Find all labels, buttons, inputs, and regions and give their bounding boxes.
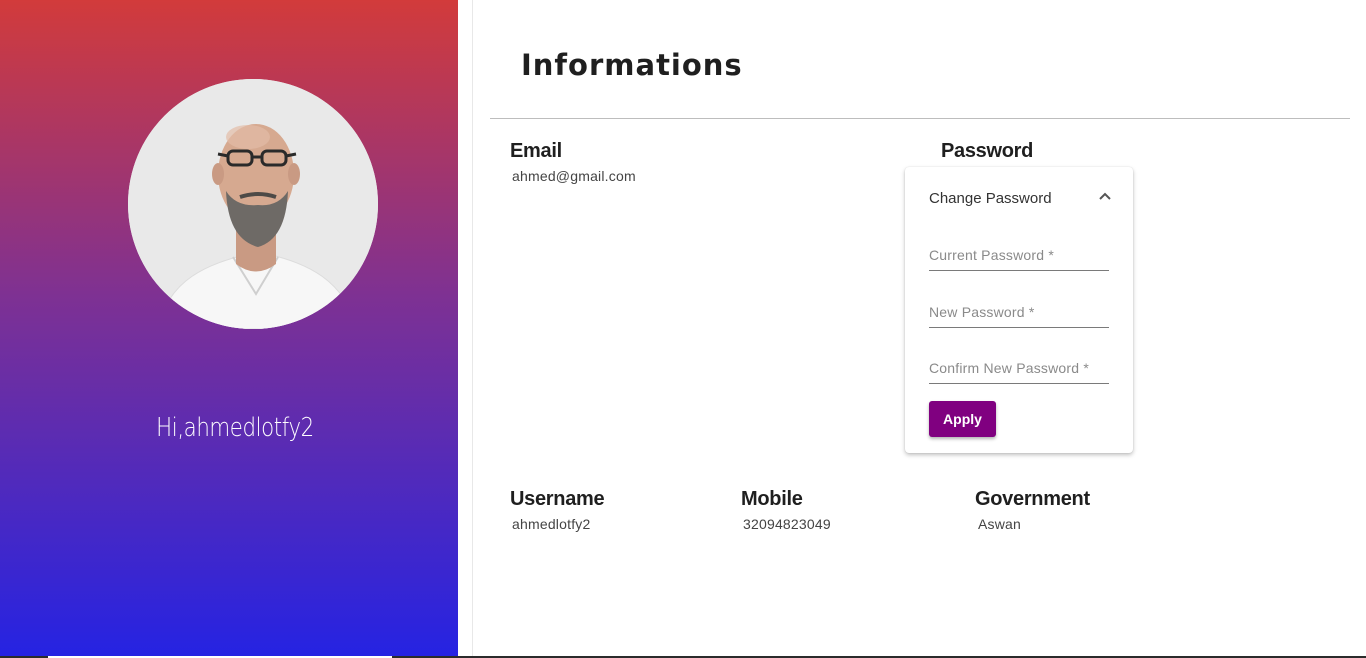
avatar	[128, 79, 378, 329]
confirm-password-input[interactable]	[929, 357, 1109, 379]
government-value: Aswan	[978, 516, 1022, 532]
page: Hi,ahmedlotfy2 Informations Email ahmed@…	[0, 0, 1366, 658]
greeting-text: Hi,ahmedlotfy2	[156, 413, 314, 443]
mobile-value: 32094823049	[743, 516, 831, 532]
new-password-field	[929, 301, 1109, 328]
current-password-field	[929, 244, 1109, 271]
email-value: ahmed@gmail.com	[512, 168, 636, 184]
chevron-up-icon[interactable]	[1098, 191, 1112, 201]
confirm-password-field	[929, 357, 1109, 384]
profile-panel: Hi,ahmedlotfy2	[0, 0, 458, 658]
panel-divider	[472, 0, 473, 658]
new-password-input[interactable]	[929, 301, 1109, 323]
change-password-panel: Change Password Apply	[905, 167, 1133, 453]
mobile-label: Mobile	[741, 488, 803, 510]
password-label: Password	[941, 140, 1034, 162]
username-label: Username	[510, 488, 605, 510]
change-password-header-label: Change Password	[929, 190, 1052, 207]
apply-button[interactable]: Apply	[929, 401, 996, 437]
page-title: Informations	[521, 48, 743, 82]
title-divider	[490, 118, 1350, 119]
username-value: ahmedlotfy2	[512, 516, 591, 532]
change-password-header[interactable]: Change Password	[905, 167, 1133, 229]
email-label: Email	[510, 140, 562, 162]
current-password-input[interactable]	[929, 244, 1109, 266]
avatar-image	[128, 79, 378, 329]
government-label: Government	[975, 488, 1090, 510]
